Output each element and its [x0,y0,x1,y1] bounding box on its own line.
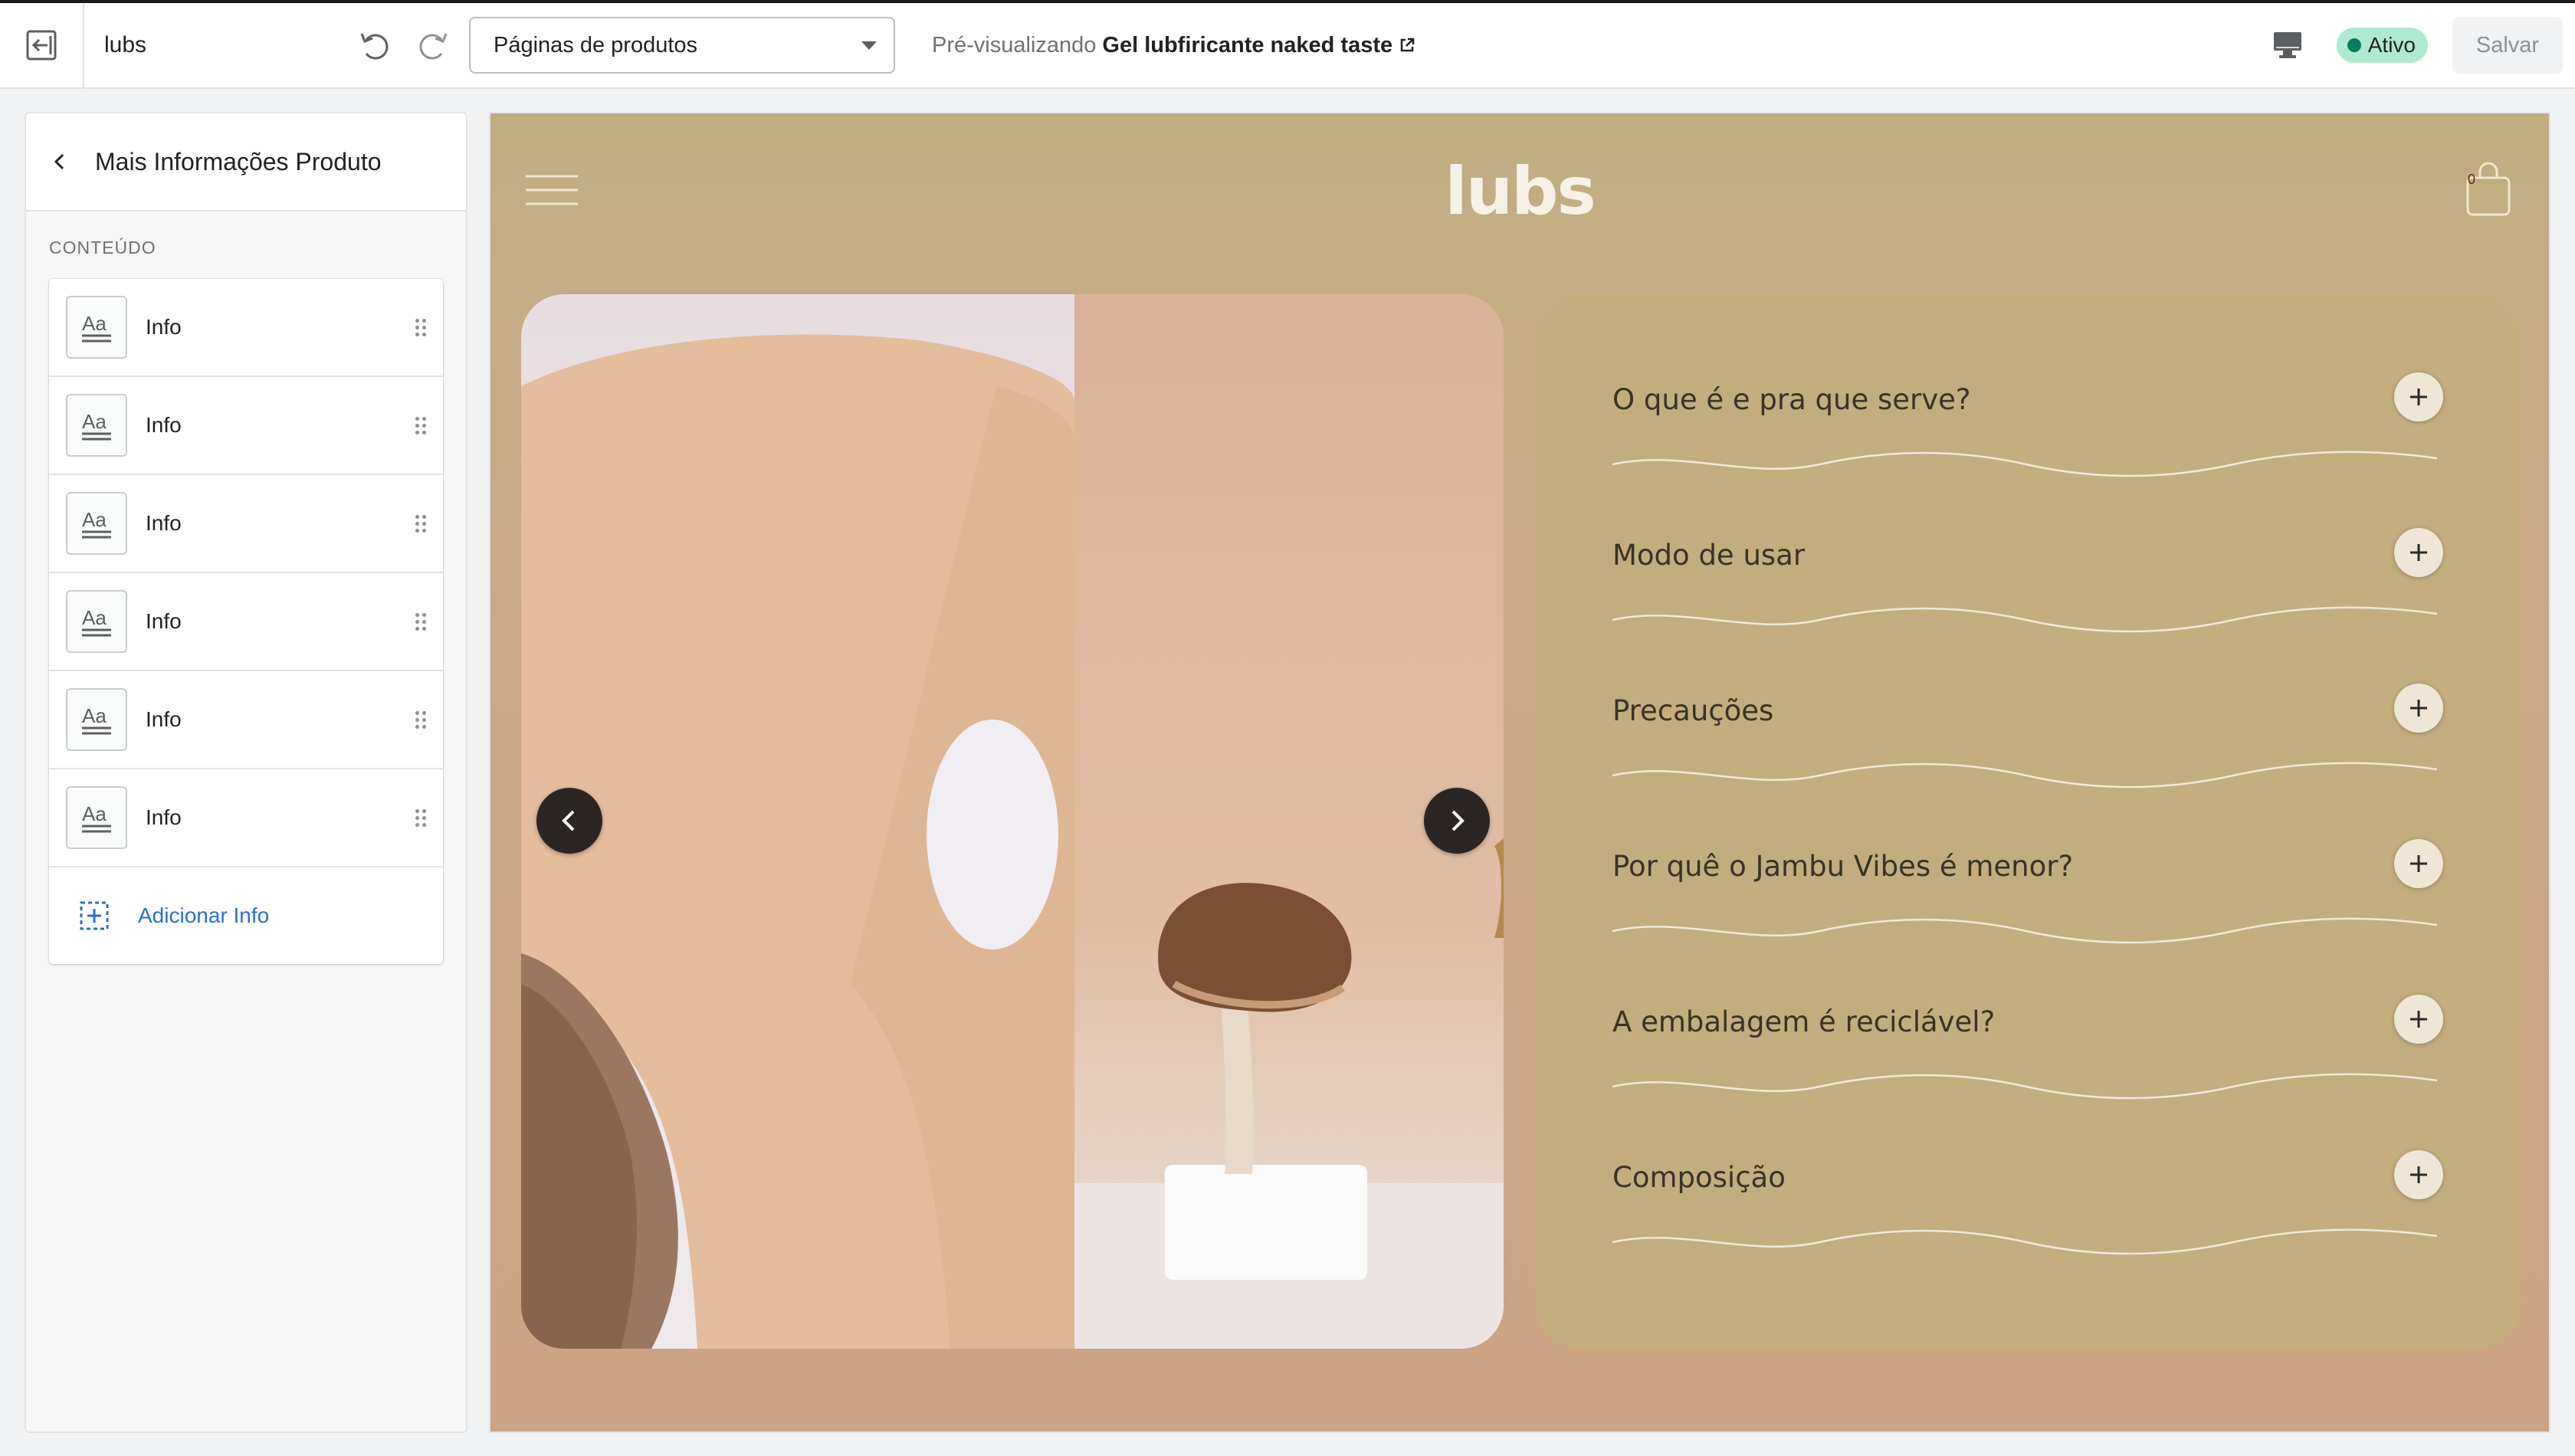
accordion-item[interactable]: Precauções [1612,662,2443,818]
drag-handle-icon[interactable] [415,710,426,729]
block-item[interactable]: Aa Info [49,377,443,475]
shopping-bag-icon [2466,162,2511,216]
drag-handle-icon[interactable] [415,612,426,631]
accordion-title: O que é e pra que serve? [1612,383,1971,416]
sidebar-body: CONTEÚDO Aa Info Aa Info Aa Info Aa Info… [26,212,466,1431]
desktop-icon[interactable] [2272,31,2303,60]
theme-preview: lubs 0 O que é e pra que serve? Modo de … [489,112,2550,1433]
preview-info: Pré-visualizando Gel lubfiricante naked … [932,33,1415,58]
block-item[interactable]: Aa Info [49,573,443,671]
template-select[interactable]: Páginas de produtos [469,17,895,74]
product-image-left [521,294,1074,1349]
plus-icon[interactable] [2394,839,2443,888]
text-block-icon: Aa [66,394,127,457]
plus-icon[interactable] [2394,1150,2443,1199]
block-label: Info [146,413,182,437]
wave-divider [1612,1073,2437,1100]
plus-icon[interactable] [2394,372,2443,421]
add-info-label: Adicionar Info [138,903,270,927]
wave-divider [1612,917,2437,944]
history-controls [357,28,451,63]
drag-handle-icon[interactable] [415,514,426,533]
product-info-accordion: O que é e pra que serve? Modo de usar Pr… [1536,296,2520,1349]
accordion-item[interactable]: Modo de usar [1612,507,2443,662]
wave-divider [1612,606,2437,633]
exit-editor-button[interactable] [0,3,84,87]
svg-text:Aa: Aa [82,606,107,629]
add-info-button[interactable]: Adicionar Info [49,867,443,964]
back-arrow-icon[interactable] [49,151,71,172]
cart-button[interactable]: 0 [2465,159,2512,221]
preview-prefix: Pré-visualizando [932,32,1097,57]
accordion-title: Por quê o Jambu Vibes é menor? [1612,850,2074,883]
text-block-icon: Aa [66,590,127,653]
accordion-item[interactable]: A embalagem é reciclável? [1612,973,2443,1129]
block-item[interactable]: Aa Info [49,769,443,867]
status-dot-icon [2347,38,2361,52]
accordion-title: Composição [1612,1161,1786,1194]
text-block-icon: Aa [66,786,127,849]
text-block-icon: Aa [66,296,127,359]
wave-divider [1612,451,2437,477]
gallery-next-button[interactable] [1424,788,1490,854]
svg-text:Aa: Aa [82,410,107,433]
svg-text:Aa: Aa [82,508,107,531]
accordion-title: Precauções [1612,694,1774,727]
svg-text:Aa: Aa [82,312,107,335]
block-label: Info [146,707,182,731]
chevron-left-icon [562,810,575,831]
accordion-item[interactable]: O que é e pra que serve? [1612,351,2443,507]
sidebar-panel: Mais Informações Produto CONTEÚDO Aa Inf… [25,112,467,1433]
block-label: Info [146,609,182,633]
editor-topbar: lubs Páginas de produtos Pré-visualizand… [0,0,2575,89]
svg-text:Aa: Aa [82,704,107,727]
chevron-right-icon [1452,810,1465,831]
text-block-icon: Aa [66,688,127,751]
accordion-title: Modo de usar [1612,539,1806,572]
drag-handle-icon[interactable] [415,318,426,336]
product-gallery [521,294,1504,1349]
wave-divider [1612,762,2437,789]
sidebar-title: Mais Informações Produto [95,147,382,175]
block-label: Info [146,511,182,535]
plus-icon[interactable] [2394,995,2443,1044]
template-select-value: Páginas de produtos [494,32,698,57]
topbar-actions: Ativo Salvar [2272,3,2563,87]
preview-product-link[interactable]: Gel lubfiricante naked taste [1102,33,1392,58]
status-label: Ativo [2367,33,2416,57]
store-header: lubs 0 [490,113,2549,251]
plus-icon[interactable] [2394,528,2443,577]
block-label: Info [146,805,182,829]
wave-divider [1612,1228,2437,1255]
drag-handle-icon[interactable] [415,416,426,435]
sidebar-header: Mais Informações Produto [26,113,466,212]
drag-handle-icon[interactable] [415,808,426,827]
block-item[interactable]: Aa Info [49,475,443,573]
undo-icon[interactable] [357,28,392,63]
section-label: CONTEÚDO [49,238,156,257]
text-block-icon: Aa [66,492,127,555]
accordion-item[interactable]: Composição [1612,1129,2443,1284]
block-list: Aa Info Aa Info Aa Info Aa Info Aa Info … [49,279,443,964]
gallery-prev-button[interactable] [536,788,602,854]
store-logo[interactable]: lubs [490,153,2549,230]
external-link-icon[interactable] [1399,37,1415,54]
plus-icon[interactable] [2394,684,2443,733]
chevron-down-icon [861,41,877,50]
block-item[interactable]: Aa Info [49,671,443,769]
store-name: lubs [104,32,147,57]
accordion-item[interactable]: Por quê o Jambu Vibes é menor? [1612,818,2443,973]
exit-icon [26,30,57,61]
save-button[interactable]: Salvar [2452,17,2563,74]
cart-count: 0 [2468,172,2476,187]
block-label: Info [146,315,182,339]
redo-icon[interactable] [415,28,451,63]
accordion-title: A embalagem é reciclável? [1612,1005,1996,1038]
add-block-icon [80,901,109,930]
svg-text:Aa: Aa [82,802,107,825]
block-item[interactable]: Aa Info [49,279,443,377]
status-badge: Ativo [2336,28,2428,63]
